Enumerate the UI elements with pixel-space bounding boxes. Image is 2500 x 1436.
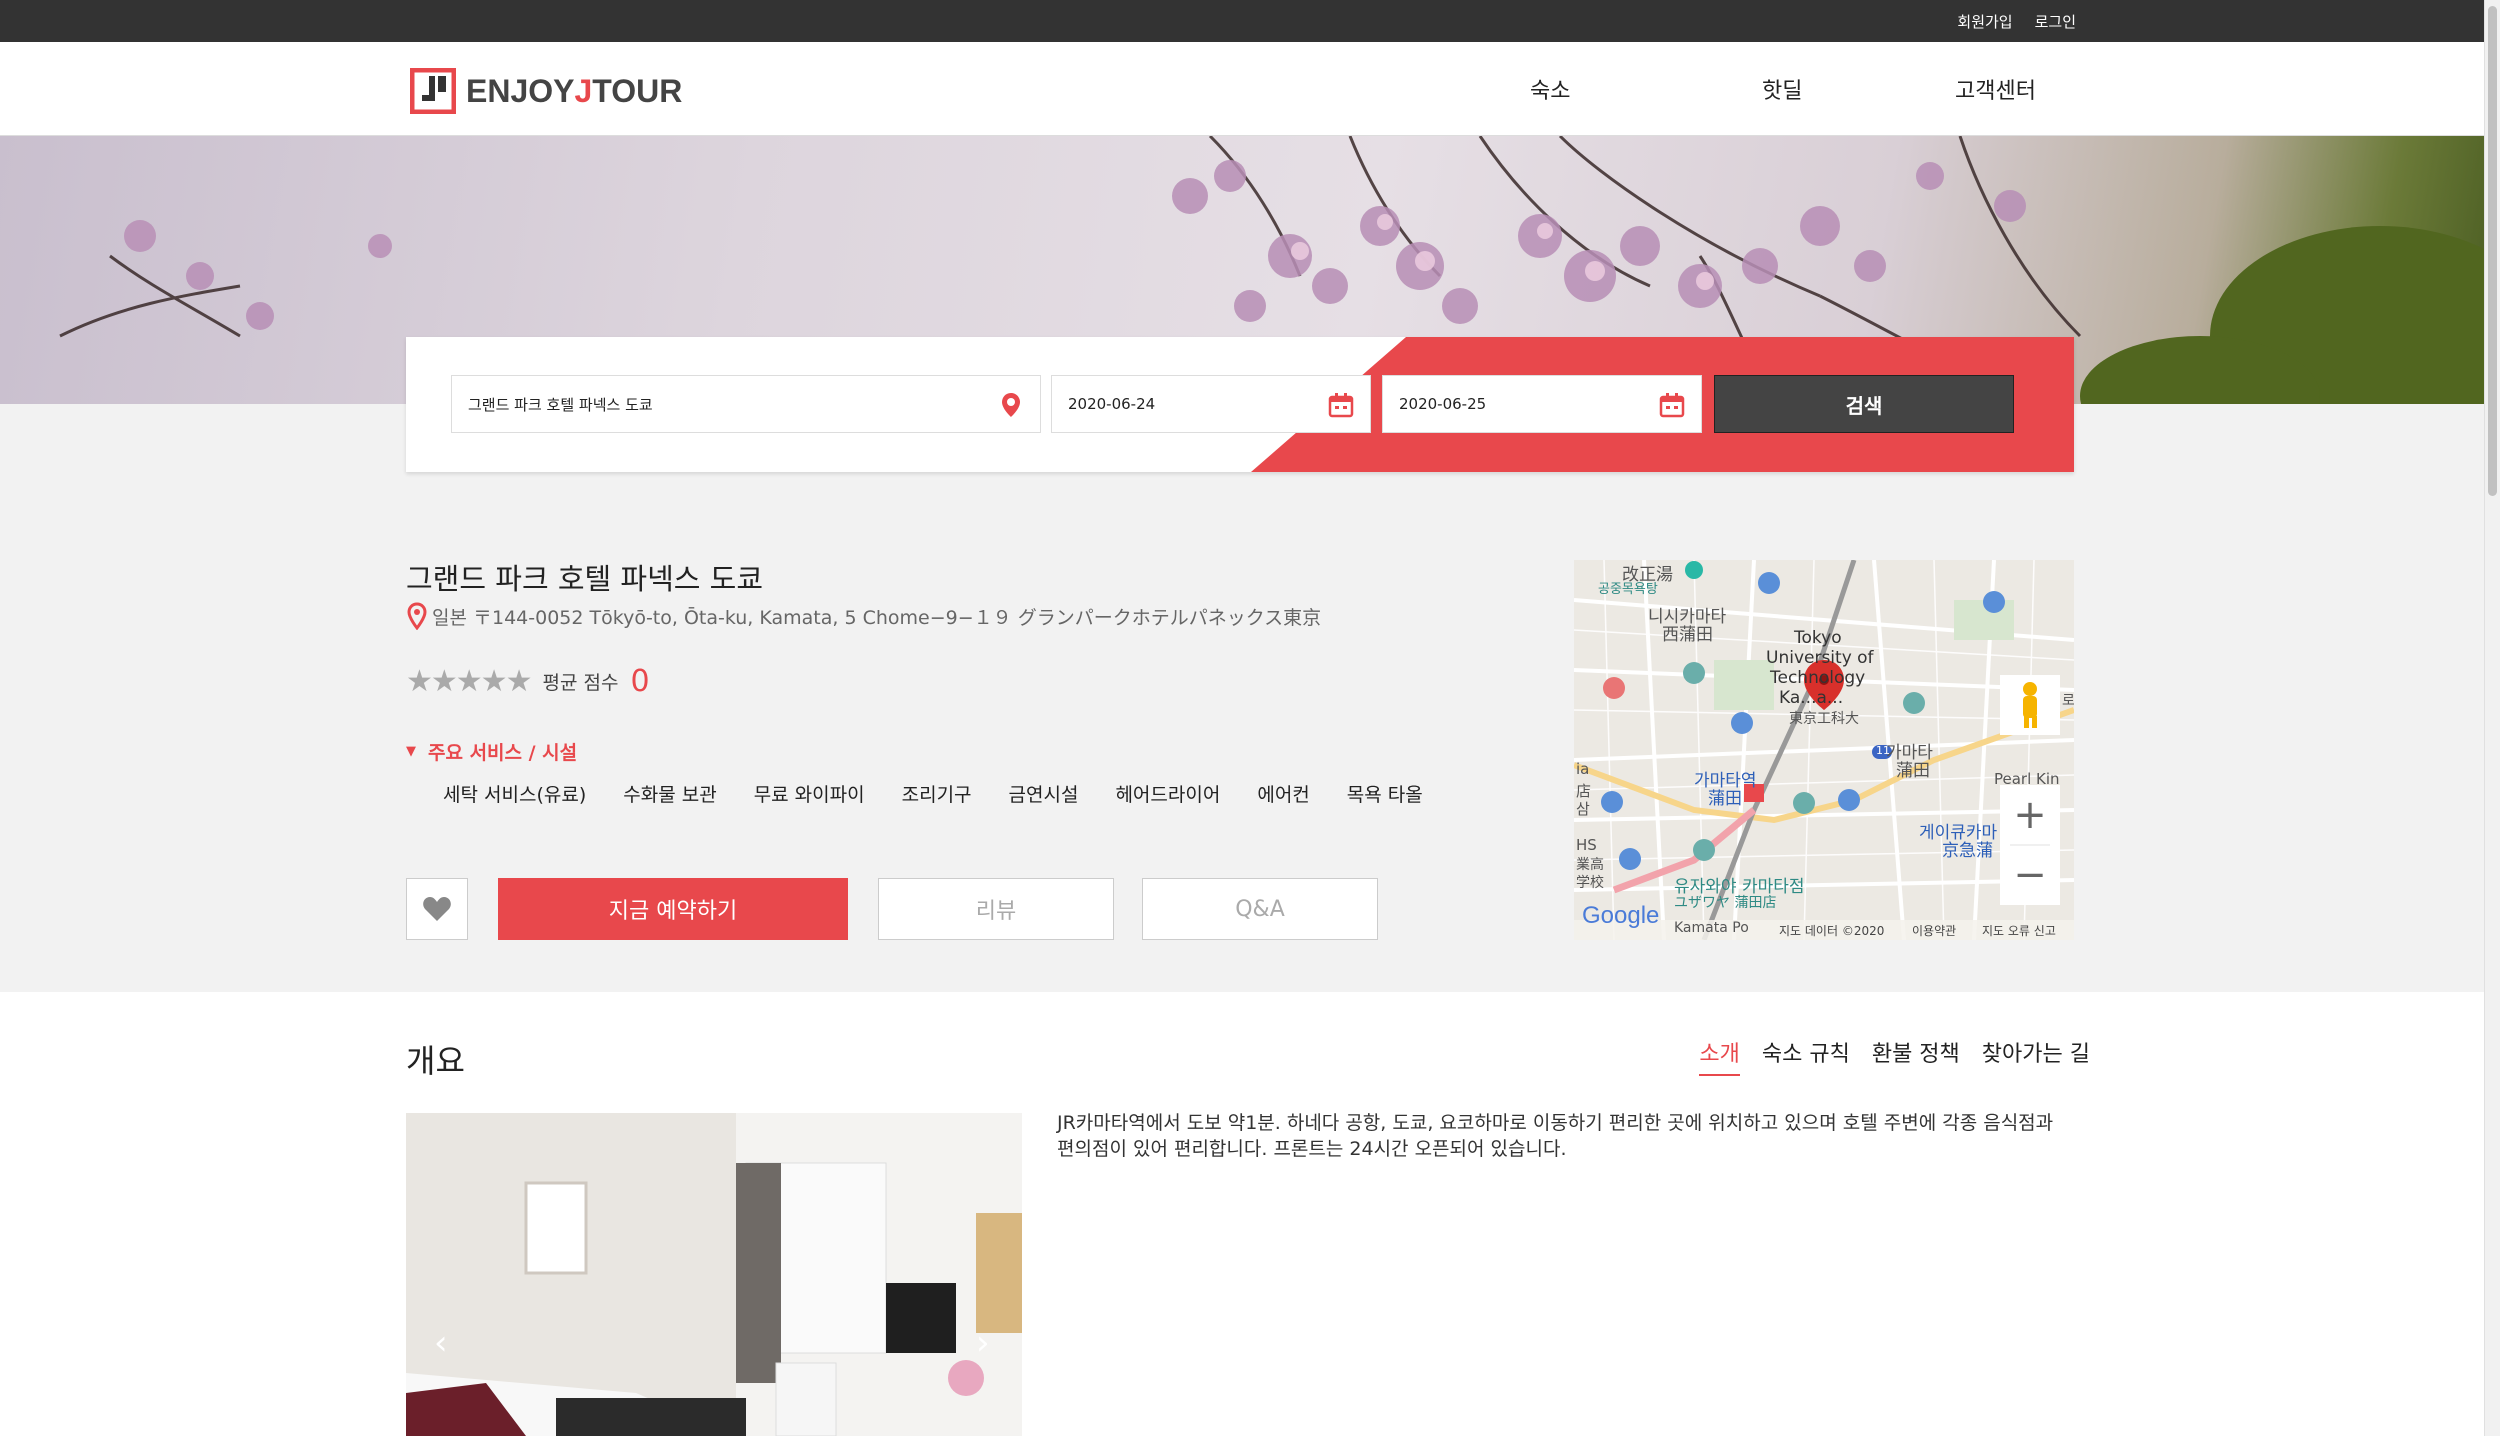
hotel-address-text: 일본 〒144-0052 Tōkyō-to, Ōta-ku, Kamata, 5… <box>432 606 1322 629</box>
nav-stay[interactable]: 숙소 <box>1530 73 1570 105</box>
login-link[interactable]: 로그인 <box>2035 11 2076 32</box>
destination-field[interactable]: 그랜드 파크 호텔 파넥스 도쿄 <box>451 375 1041 433</box>
search-panel: 그랜드 파크 호텔 파넥스 도쿄 2020-06-24 2020-06-25 검… <box>406 337 2074 472</box>
zoom-out-button[interactable]: − <box>2000 845 2060 905</box>
rating-stars: ★★★★★ <box>406 664 532 699</box>
calendar-icon <box>1328 393 1354 418</box>
map-label: 공중목욕탕 <box>1598 582 1658 597</box>
map-label: 西蒲田 <box>1662 625 1713 645</box>
services-title: 주요 서비스 / 시설 <box>428 742 578 764</box>
search-button[interactable]: 검색 <box>1714 375 2014 433</box>
scrollbar-thumb[interactable] <box>2488 6 2497 496</box>
map-label: ユザワヤ 蒲田店 <box>1674 895 1777 911</box>
overview-description: JR카마타역에서 도보 약1분. 하네다 공항, 도쿄, 요코하마로 이동하기 … <box>1057 1112 2054 1160</box>
checkout-field[interactable]: 2020-06-25 <box>1382 375 1702 433</box>
map-data-credit: 지도 데이터 ©2020 <box>1779 924 1885 938</box>
qa-button[interactable]: Q&A <box>1142 878 1378 940</box>
checkin-value: 2020-06-24 <box>1068 395 1156 413</box>
rating-score: 0 <box>630 664 650 699</box>
nav-support[interactable]: 고객센터 <box>1955 73 2036 105</box>
map-label: Technology <box>1770 668 1866 688</box>
amenities-list: 세탁 서비스(유료) 수화물 보관 무료 와이파이 조리기구 금연시설 헤어드라… <box>443 780 1423 807</box>
map-labels: 改正湯 공중목욕탕 니시카마타 西蒲田 Tokyo University of … <box>1574 560 2074 940</box>
overview-tabs: 소개 숙소 규칙 환불 정책 찾아가는 길 <box>1699 1036 2090 1076</box>
nav-hotdeal[interactable]: 핫딜 <box>1762 73 1802 105</box>
map-label: 蒲田 <box>1708 789 1742 809</box>
amenity-item: 수화물 보관 <box>623 784 717 806</box>
calendar-icon <box>1659 393 1685 418</box>
route-badge: 11 <box>1876 744 1890 757</box>
tab-intro[interactable]: 소개 <box>1699 1036 1740 1076</box>
tab-rules[interactable]: 숙소 규칙 <box>1762 1036 1850 1076</box>
overview-title: 개요 <box>406 1042 465 1080</box>
street-view-button[interactable] <box>2000 675 2060 735</box>
amenity-item: 조리기구 <box>901 784 972 806</box>
destination-value: 그랜드 파크 호텔 파넥스 도쿄 <box>468 395 653 414</box>
hotel-address: 일본 〒144-0052 Tōkyō-to, Ōta-ku, Kamata, 5… <box>406 602 1321 630</box>
map-label: HS <box>1576 836 1597 854</box>
amenity-item: 에어컨 <box>1257 784 1310 806</box>
book-now-button[interactable]: 지금 예약하기 <box>498 878 848 940</box>
amenity-item: 금연시설 <box>1008 784 1079 806</box>
map-label: 蒲田 <box>1896 761 1930 781</box>
google-logo: Google <box>1582 902 1660 929</box>
heart-icon <box>423 897 451 921</box>
amenity-item: 헤어드라이어 <box>1115 784 1221 806</box>
map-label: 삼 <box>1576 800 1590 818</box>
rating-label: 평균 점수 <box>542 672 619 694</box>
carousel-next-icon[interactable]: › <box>976 1323 990 1363</box>
checkout-value: 2020-06-25 <box>1399 395 1487 413</box>
wishlist-button[interactable] <box>406 878 468 940</box>
map-label: 学校 <box>1576 875 1604 891</box>
location-pin-icon <box>1002 393 1020 417</box>
amenity-item: 세탁 서비스(유료) <box>443 784 587 806</box>
location-map[interactable]: 改正湯 공중목욕탕 니시카마타 西蒲田 Tokyo University of … <box>1574 560 2074 940</box>
amenity-item: 무료 와이파이 <box>753 784 865 806</box>
site-header: ENJOYJTOUR 숙소 핫딜 고객센터 <box>0 42 2484 136</box>
map-terms-link[interactable]: 이용약관 <box>1912 922 1956 939</box>
tab-directions[interactable]: 찾아가는 길 <box>1982 1036 2090 1076</box>
map-label: 京急蒲 <box>1942 841 1993 861</box>
top-links: 회원가입 로그인 <box>1957 0 2076 42</box>
main-nav: 숙소 핫딜 고객센터 <box>0 42 2484 136</box>
services-toggle[interactable]: ▼ 주요 서비스 / 시설 <box>406 738 577 765</box>
map-label: Tokyo <box>1794 628 1842 648</box>
signup-link[interactable]: 회원가입 <box>1957 11 2012 32</box>
carousel-prev-icon[interactable]: ‹ <box>434 1323 448 1363</box>
amenity-item: 목욕 타올 <box>1346 784 1423 806</box>
map-report-link[interactable]: 지도 오류 신고 <box>1982 922 2056 939</box>
location-pin-icon <box>407 602 427 630</box>
zoom-in-button[interactable]: + <box>2000 785 2060 845</box>
tab-refund[interactable]: 환불 정책 <box>1872 1036 1960 1076</box>
map-label: ia <box>1576 760 1590 778</box>
page-scrollbar[interactable] <box>2484 0 2500 1436</box>
checkin-field[interactable]: 2020-06-24 <box>1051 375 1371 433</box>
map-label: 業高 <box>1576 857 1604 873</box>
map-label: Ka...a... <box>1779 688 1844 708</box>
rating: ★★★★★ 평균 점수 0 <box>406 664 650 699</box>
caret-down-icon: ▼ <box>406 744 416 759</box>
map-label: 東京工科大 <box>1789 711 1859 727</box>
room-photo-carousel: ‹ › <box>406 1113 1022 1436</box>
top-bar: 회원가입 로그인 <box>0 0 2484 42</box>
map-label: 로 <box>2062 693 2074 709</box>
review-button[interactable]: 리뷰 <box>878 878 1114 940</box>
map-label: University of <box>1766 648 1874 668</box>
map-label: Kamata Po <box>1674 920 1749 936</box>
room-photo <box>406 1113 1022 1436</box>
hotel-name: 그랜드 파크 호텔 파넥스 도쿄 <box>406 562 764 596</box>
